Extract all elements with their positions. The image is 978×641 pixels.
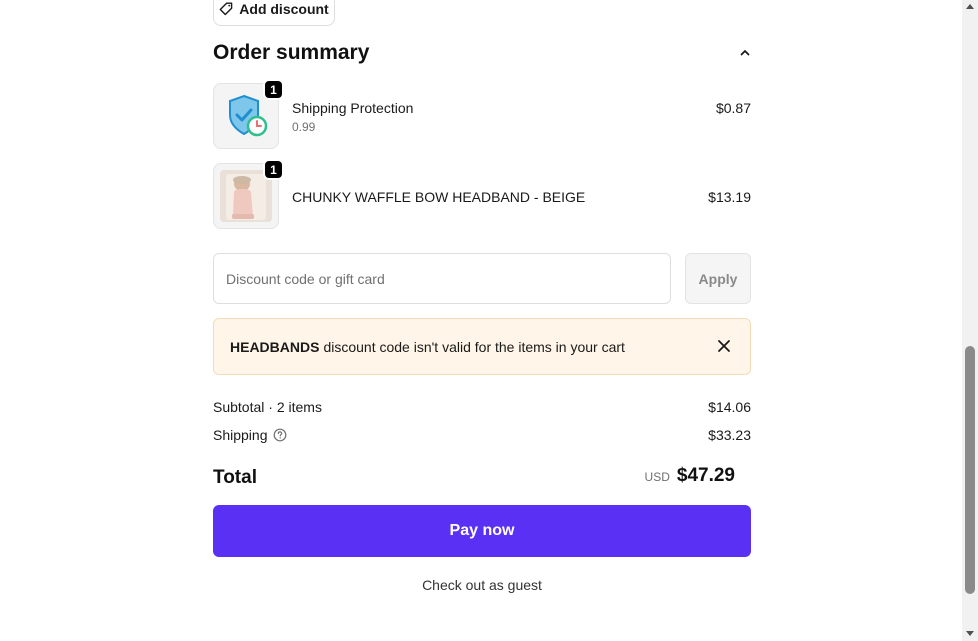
line-item: 1 Shipping Protection 0.99 $0.87 <box>213 79 751 149</box>
chevron-up-icon[interactable] <box>737 45 753 61</box>
checkout-as-guest-link[interactable]: Check out as guest <box>213 577 751 593</box>
shipping-label: Shipping <box>213 427 268 443</box>
shipping-row: Shipping $33.23 <box>213 427 751 445</box>
close-icon[interactable] <box>716 338 732 354</box>
discount-code-name: HEADBANDS <box>230 338 320 355</box>
quantity-badge: 1 <box>263 159 284 180</box>
apply-button[interactable]: Apply <box>685 253 751 304</box>
tag-icon <box>219 2 233 16</box>
discount-code-input[interactable] <box>213 253 671 304</box>
add-discount-label: Add discount <box>239 1 329 17</box>
scrollbar-thumb[interactable] <box>965 346 975 594</box>
vertical-scrollbar[interactable] <box>962 0 978 641</box>
item-name: Shipping Protection <box>292 100 414 116</box>
item-price: $13.19 <box>708 189 751 205</box>
product-thumbnail: 1 <box>213 159 284 229</box>
quantity-badge: 1 <box>263 79 284 100</box>
scroll-up-arrow-icon[interactable] <box>966 4 974 9</box>
notice-message: discount code isn't valid for the items … <box>323 338 625 355</box>
currency-code: USD <box>644 470 670 484</box>
pay-now-button[interactable]: Pay now <box>213 505 751 557</box>
item-price: $0.87 <box>715 100 751 116</box>
subtotal-row: Subtotal · 2 items $14.06 <box>213 399 751 415</box>
discount-error-notice: HEADBANDS discount code isn't valid for … <box>213 318 751 375</box>
total-label: Total <box>213 467 257 488</box>
total-amount-group: USD $47.29 <box>645 465 735 487</box>
item-variant: 0.99 <box>292 120 316 134</box>
total-amount: $47.29 <box>676 465 735 486</box>
shipping-value: $33.23 <box>708 427 751 443</box>
item-name: CHUNKY WAFFLE BOW HEADBAND - BEIGE <box>292 189 586 205</box>
subtotal-value: $14.06 <box>708 399 751 415</box>
line-item: 1 CHUNKY WAFFLE BOW HEADBAND - BEIGE $13… <box>213 159 751 229</box>
help-circle-icon[interactable] <box>273 428 287 445</box>
order-summary-title: Order summary <box>213 41 370 64</box>
checkout-page: Add discount Order summary 1 Shipping Pr… <box>0 0 962 641</box>
subtotal-label: Subtotal · 2 items <box>213 399 322 415</box>
scroll-down-arrow-icon[interactable] <box>966 631 974 636</box>
add-discount-button[interactable]: Add discount <box>213 0 335 26</box>
product-thumbnail: 1 <box>213 79 284 149</box>
